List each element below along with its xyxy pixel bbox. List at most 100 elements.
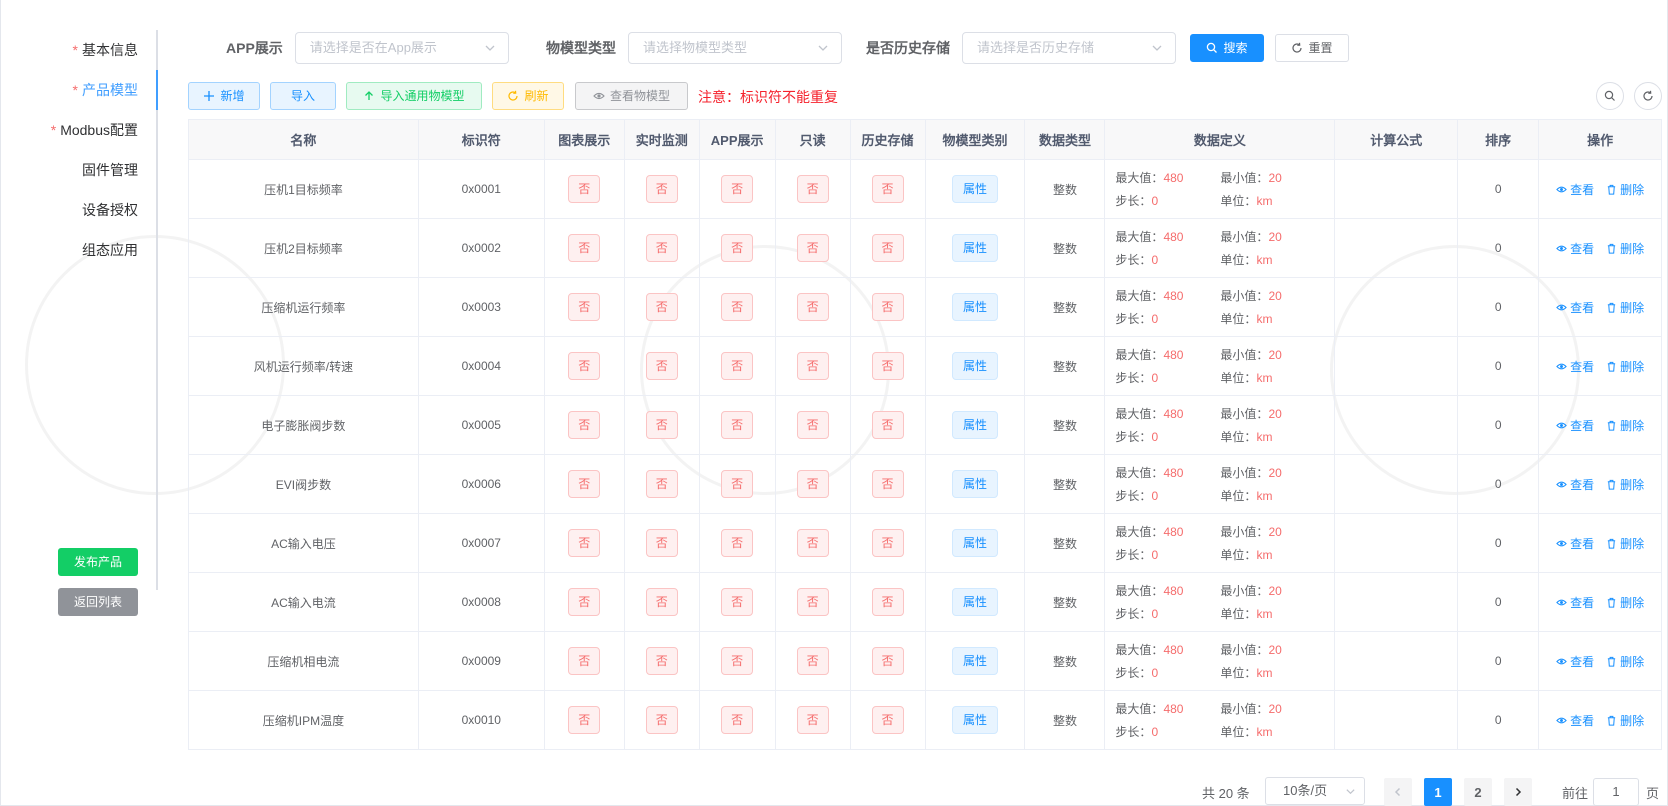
cell-data-type: 整数 bbox=[1025, 396, 1106, 454]
view-link[interactable]: 查看 bbox=[1556, 594, 1594, 611]
search-button[interactable]: 搜索 bbox=[1190, 34, 1264, 62]
cell-app-display: 否 bbox=[700, 160, 776, 218]
view-link[interactable]: 查看 bbox=[1556, 535, 1594, 552]
delete-link[interactable]: 删除 bbox=[1606, 653, 1644, 670]
delete-link[interactable]: 删除 bbox=[1606, 476, 1644, 493]
cell-model-category: 属性 bbox=[926, 278, 1026, 336]
table-row: AC输入电压 0x0007 否否否否否属性 整数 最大值：480 最小值：20 步长：0 单位… bbox=[189, 514, 1663, 573]
cell-data-definition: 最大值：480 最小值：20 步长：0 单位：km bbox=[1105, 632, 1336, 690]
cell-sort: 0 bbox=[1458, 514, 1540, 572]
cell-formula bbox=[1335, 573, 1459, 631]
trash-icon bbox=[1607, 361, 1616, 372]
cell-data-type: 整数 bbox=[1025, 337, 1106, 395]
model-type-select[interactable]: 请选择物模型类型 bbox=[628, 32, 842, 64]
delete-link[interactable]: 删除 bbox=[1606, 240, 1644, 257]
delete-link[interactable]: 删除 bbox=[1606, 535, 1644, 552]
view-link[interactable]: 查看 bbox=[1556, 417, 1594, 434]
cell-identifier: 0x0009 bbox=[419, 632, 545, 690]
cell-formula bbox=[1335, 337, 1459, 395]
prev-page-button[interactable] bbox=[1384, 778, 1412, 806]
header-identifier: 标识符 bbox=[419, 120, 545, 159]
cell-app-display: 否 bbox=[700, 632, 776, 690]
cell-formula bbox=[1335, 278, 1459, 336]
cell-model-category: 属性 bbox=[926, 514, 1026, 572]
reset-button[interactable]: 重置 bbox=[1275, 34, 1349, 62]
page-size-select[interactable]: 10条/页 bbox=[1265, 777, 1365, 805]
cell-realtime-monitor: 否 bbox=[625, 219, 700, 277]
trash-icon bbox=[1607, 479, 1616, 490]
cell-data-type: 整数 bbox=[1025, 514, 1106, 572]
no-tag: 否 bbox=[645, 470, 678, 498]
no-tag: 否 bbox=[721, 588, 754, 616]
import-common-model-button[interactable]: 导入通用物模型 bbox=[346, 82, 482, 110]
cell-sort: 0 bbox=[1458, 337, 1540, 395]
max-value: 480 bbox=[1163, 171, 1184, 185]
goto-page-input[interactable]: 1 bbox=[1593, 778, 1639, 806]
view-link[interactable]: 查看 bbox=[1556, 181, 1594, 198]
view-link[interactable]: 查看 bbox=[1556, 712, 1594, 729]
delete-link[interactable]: 删除 bbox=[1606, 594, 1644, 611]
cell-realtime-monitor: 否 bbox=[625, 573, 700, 631]
cell-model-category: 属性 bbox=[926, 573, 1026, 631]
header-data-type: 数据类型 bbox=[1025, 120, 1106, 159]
no-tag: 否 bbox=[568, 293, 601, 321]
refresh-button[interactable]: 刷新 bbox=[492, 82, 564, 110]
eye-icon bbox=[1556, 245, 1567, 251]
table-body: 压机1目标频率 0x0001 否否否否否属性 整数 最大值：480 最小值：20 步长：0 单… bbox=[189, 160, 1663, 750]
trash-icon bbox=[1607, 420, 1616, 431]
min-label: 最小值： bbox=[1220, 584, 1269, 598]
no-tag: 否 bbox=[645, 175, 678, 203]
delete-link[interactable]: 删除 bbox=[1606, 299, 1644, 316]
no-tag: 否 bbox=[568, 352, 601, 380]
cell-chart-display: 否 bbox=[545, 337, 625, 395]
filter-app-label: APP展示 bbox=[226, 40, 283, 56]
next-page-button[interactable] bbox=[1504, 778, 1532, 806]
toggle-search-button[interactable] bbox=[1596, 82, 1624, 110]
eye-icon bbox=[1556, 363, 1567, 369]
page-button-1[interactable]: 1 bbox=[1424, 778, 1452, 806]
view-link[interactable]: 查看 bbox=[1556, 358, 1594, 375]
sidebar-item-scada-app[interactable]: 组态应用 bbox=[82, 230, 138, 270]
delete-link[interactable]: 删除 bbox=[1606, 358, 1644, 375]
view-model-button[interactable]: 查看物模型 bbox=[575, 82, 688, 110]
view-link[interactable]: 查看 bbox=[1556, 299, 1594, 316]
add-button[interactable]: 新增 bbox=[188, 82, 260, 110]
delete-link[interactable]: 删除 bbox=[1606, 712, 1644, 729]
no-tag: 否 bbox=[796, 588, 829, 616]
sidebar-item-firmware[interactable]: 固件管理 bbox=[82, 150, 138, 190]
page-button-2[interactable]: 2 bbox=[1464, 778, 1492, 806]
no-tag: 否 bbox=[796, 470, 829, 498]
delete-link[interactable]: 删除 bbox=[1606, 181, 1644, 198]
sidebar-item-device-auth[interactable]: 设备授权 bbox=[82, 190, 138, 230]
sidebar-item-basic-info[interactable]: * 基本信息 bbox=[73, 30, 138, 70]
max-label: 最大值： bbox=[1115, 348, 1164, 362]
cell-actions: 查看 删除 bbox=[1539, 455, 1663, 513]
trash-icon bbox=[1607, 715, 1616, 726]
back-to-list-button[interactable]: 返回列表 bbox=[58, 588, 138, 616]
cell-name: EVI阀步数 bbox=[189, 455, 419, 513]
delete-link[interactable]: 删除 bbox=[1606, 417, 1644, 434]
app-display-select[interactable]: 请选择是否在App展示 bbox=[294, 32, 509, 64]
history-storage-select[interactable]: 请选择是否历史存储 bbox=[962, 32, 1176, 64]
import-button[interactable]: 导入 bbox=[270, 82, 336, 110]
sidebar-item-product-model[interactable]: * 产品模型 bbox=[73, 70, 138, 110]
publish-product-button[interactable]: 发布产品 bbox=[58, 548, 138, 576]
header-actions: 操作 bbox=[1539, 120, 1663, 159]
view-link[interactable]: 查看 bbox=[1556, 653, 1594, 670]
no-tag: 否 bbox=[568, 470, 601, 498]
refresh-table-button[interactable] bbox=[1634, 82, 1662, 110]
cell-data-definition: 最大值：480 最小值：20 步长：0 单位：km bbox=[1105, 278, 1336, 336]
min-label: 最小值： bbox=[1220, 289, 1269, 303]
header-app-display: APP展示 bbox=[700, 120, 776, 159]
step-value: 0 bbox=[1151, 548, 1159, 562]
view-link[interactable]: 查看 bbox=[1556, 240, 1594, 257]
cell-name: 压机1目标频率 bbox=[189, 160, 419, 218]
no-tag: 否 bbox=[871, 175, 904, 203]
eye-icon bbox=[1556, 481, 1567, 487]
data-definition: 最大值：480 最小值：20 步长：0 单位：km bbox=[1105, 346, 1334, 386]
table-row: AC输入电流 0x0008 否否否否否属性 整数 最大值：480 最小值：20 步长：0 单位… bbox=[189, 573, 1663, 632]
sidebar-item-modbus-config[interactable]: * Modbus配置 bbox=[51, 110, 138, 150]
max-label: 最大值： bbox=[1115, 289, 1164, 303]
view-link[interactable]: 查看 bbox=[1556, 476, 1594, 493]
cell-history-storage: 否 bbox=[851, 278, 926, 336]
